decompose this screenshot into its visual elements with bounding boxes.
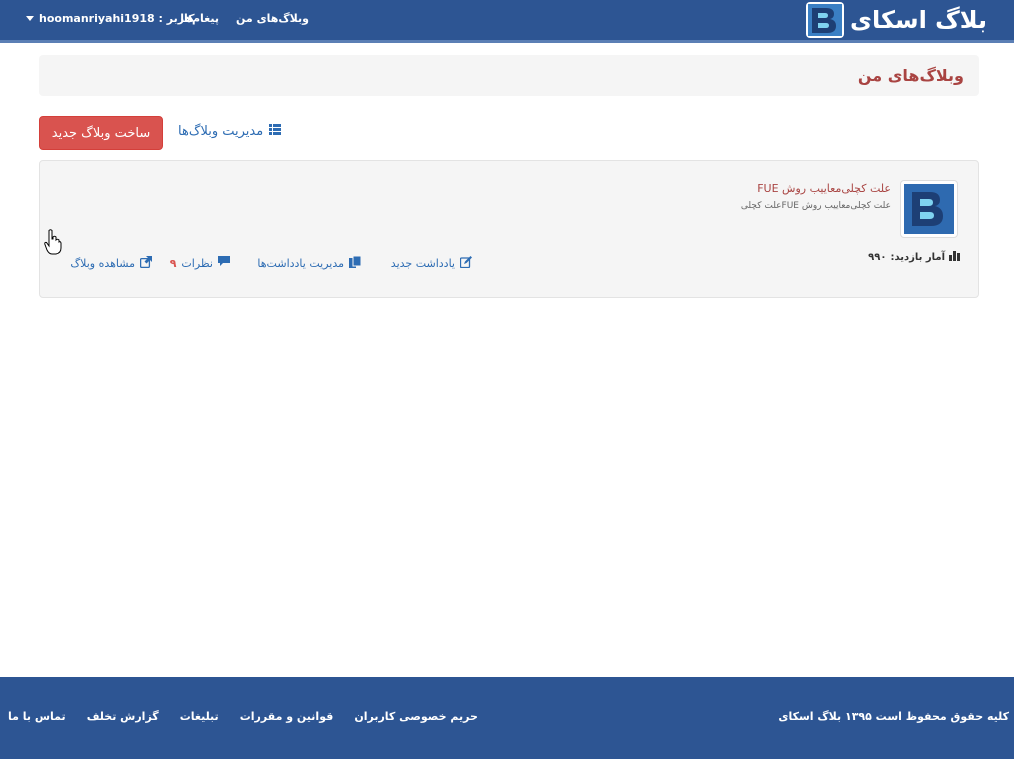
footer-link-contact[interactable]: تماس با ما [8,710,66,723]
view-blog-label: مشاهده وبلاگ [70,257,135,270]
external-link-icon [139,256,152,271]
footer-link-rules[interactable]: قوانین و مقررات [240,710,334,723]
list-icon [269,124,282,139]
hand-cursor-icon [44,229,62,255]
blog-title[interactable]: علت کچلی‌معاییب روش FUE [757,182,891,195]
caret-down-icon [26,16,34,21]
footer-link-report[interactable]: گزارش تخلف [87,710,159,723]
user-label: کاربر : hoomanriyahi1918 [39,12,195,25]
footer-link-ads[interactable]: تبلیغات [180,710,219,723]
user-menu[interactable]: کاربر : hoomanriyahi1918 [26,12,195,25]
manage-posts-link[interactable]: مدیریت یادداشت‌ها [257,255,362,271]
manage-blogs-label: مدیریت وبلاگ‌ها [178,124,264,139]
brand-name: بلاگ اسکای [850,6,987,34]
blog-thumbnail[interactable] [900,180,958,238]
comments-count: ۹ [169,256,177,270]
blog-card: علت کچلی‌معاییب روش FUE علت کچلی‌معاییب … [39,160,979,298]
footer-link-privacy[interactable]: حریم خصوصی کاربران [354,710,478,723]
page-header: وبلاگ‌های من [39,55,979,96]
footer: کلیه حقوق محفوظ است ۱۳۹۵ بلاگ اسکای تماس… [0,677,1014,759]
bar-chart-icon [949,250,960,264]
top-navbar: بلاگ اسکای وبلاگ‌های من پیغام‌ها کاربر :… [0,0,1014,43]
comment-icon [218,256,230,270]
blog-description: علت کچلی‌معاییب روش FUEعلت کچلی [740,201,891,211]
stats-value: ۹۹۰ [868,251,887,263]
edit-icon [459,256,472,271]
new-post-link[interactable]: یادداشت جدید [391,256,472,271]
manage-posts-label: مدیریت یادداشت‌ها [257,257,344,270]
new-post-label: یادداشت جدید [390,257,455,270]
new-blog-button[interactable]: ساخت وبلاگ جدید [39,116,163,150]
page-title: وبلاگ‌های من [857,66,964,85]
manage-blogs-link[interactable]: مدیریت وبلاگ‌ها [178,124,282,139]
nav-my-blogs[interactable]: وبلاگ‌های من [236,12,309,25]
view-blog-link[interactable]: مشاهده وبلاگ [70,256,152,271]
footer-links: تماس با ما گزارش تخلف تبلیغات قوانین و م… [8,710,478,723]
visit-stats: آمار بازدید: ۹۹۰ [868,250,960,264]
blogsky-logo-icon [806,2,845,38]
comments-label: نظرات [181,256,213,270]
brand[interactable]: بلاگ اسکای [806,0,987,40]
comments-link[interactable]: نظرات ۹ [170,256,230,270]
copyright: کلیه حقوق محفوظ است ۱۳۹۵ بلاگ اسکای [778,710,1009,723]
files-icon [349,255,362,271]
stats-label: آمار بازدید: [890,251,945,263]
